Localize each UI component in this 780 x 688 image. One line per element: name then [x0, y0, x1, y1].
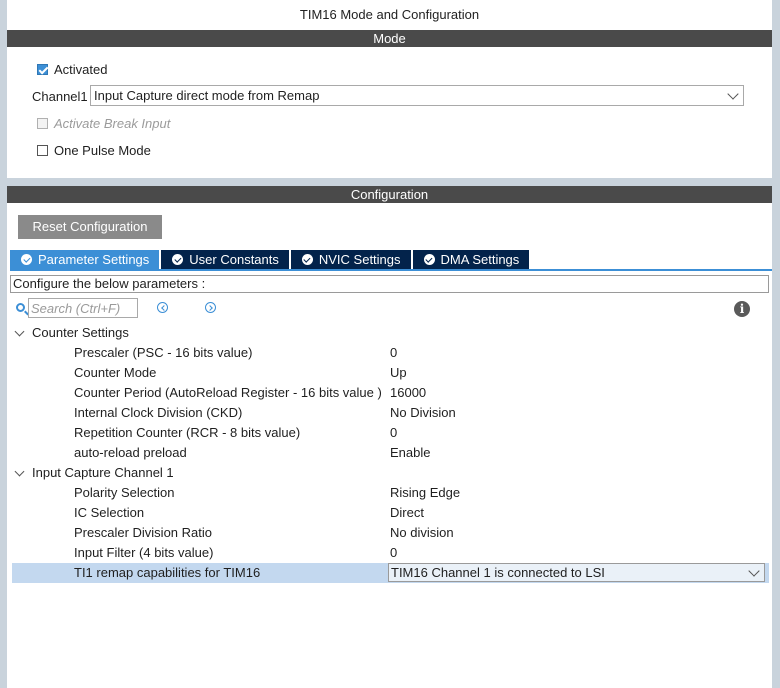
check-circle-icon: [172, 254, 184, 265]
params-caption: Configure the below parameters :: [10, 275, 769, 293]
table-row[interactable]: Internal Clock Division (CKD) No Divisio…: [12, 403, 769, 423]
param-name: TI1 remap capabilities for TIM16: [74, 565, 261, 580]
activated-label: Activated: [54, 62, 108, 77]
break-input-checkbox: [37, 118, 48, 129]
table-row[interactable]: Prescaler (PSC - 16 bits value) 0: [12, 343, 769, 363]
mode-panel: TIM16 Mode and Configuration Mode Activa…: [7, 0, 772, 178]
tab-label: User Constants: [189, 252, 279, 267]
channel1-select[interactable]: Input Capture direct mode from Remap: [90, 85, 744, 106]
param-name: IC Selection: [74, 505, 145, 520]
ti1-remap-select[interactable]: TIM16 Channel 1 is connected to LSI: [388, 563, 765, 582]
table-row[interactable]: Counter Period (AutoReload Register - 16…: [12, 383, 769, 403]
param-value: 0: [390, 345, 398, 360]
one-pulse-label: One Pulse Mode: [54, 143, 151, 158]
tab-underline: [10, 269, 772, 271]
check-circle-icon: [21, 254, 32, 265]
param-value: Rising Edge: [390, 485, 461, 500]
window-title: TIM16 Mode and Configuration: [299, 7, 480, 22]
mode-header: Mode: [7, 30, 772, 47]
param-value: 0: [390, 545, 398, 560]
param-name: Counter Period (AutoReload Register - 16…: [74, 385, 382, 400]
next-match-icon[interactable]: [205, 302, 216, 313]
check-circle-icon: [423, 254, 435, 265]
channel1-label: Channel1: [32, 89, 88, 104]
table-row[interactable]: Polarity Selection Rising Edge: [12, 483, 769, 503]
param-name: Internal Clock Division (CKD): [74, 405, 243, 420]
check-circle-icon: [301, 254, 313, 265]
group-input-capture-channel-1[interactable]: Input Capture Channel 1: [12, 463, 769, 483]
param-name: Polarity Selection: [74, 485, 175, 500]
tab-parameter-settings[interactable]: Parameter Settings: [10, 250, 160, 269]
channel1-value: Input Capture direct mode from Remap: [94, 88, 320, 103]
param-value: Enable: [390, 445, 431, 460]
param-value: Direct: [390, 505, 424, 520]
tab-nvic-settings[interactable]: NVIC Settings: [290, 250, 411, 269]
one-pulse-row[interactable]: One Pulse Mode: [37, 143, 151, 158]
table-row[interactable]: Repetition Counter (RCR - 8 bits value) …: [12, 423, 769, 443]
param-value: 0: [390, 425, 398, 440]
previous-match-icon[interactable]: [157, 302, 168, 313]
activated-row[interactable]: Activated: [37, 62, 107, 77]
ti1-remap-value: TIM16 Channel 1 is connected to LSI: [391, 565, 605, 580]
chevron-down-icon[interactable]: [14, 466, 25, 477]
activated-checkbox[interactable]: [37, 64, 48, 75]
group-title: Input Capture Channel 1: [32, 465, 174, 480]
chevron-down-icon[interactable]: [14, 326, 25, 337]
param-value: No division: [390, 525, 454, 540]
param-name: Repetition Counter (RCR - 8 bits value): [74, 425, 301, 440]
info-icon[interactable]: i: [734, 301, 750, 317]
tab-label: DMA Settings: [440, 252, 520, 267]
tab-bar: Parameter Settings User Constants NVIC S…: [10, 250, 531, 269]
parameter-tree: Counter Settings Prescaler (PSC - 16 bit…: [12, 323, 769, 583]
param-name: Prescaler (PSC - 16 bits value): [74, 345, 253, 360]
param-value: No Division: [390, 405, 456, 420]
table-row-selected[interactable]: TI1 remap capabilities for TIM16 TIM16 C…: [12, 563, 769, 583]
search-input[interactable]: [28, 298, 138, 318]
param-name: Counter Mode: [74, 365, 157, 380]
break-input-label: Activate Break Input: [54, 116, 171, 131]
param-value: Up: [390, 365, 407, 380]
chevron-down-icon: [727, 88, 739, 100]
reset-configuration-button[interactable]: Reset Configuration: [18, 215, 162, 239]
table-row[interactable]: IC Selection Direct: [12, 503, 769, 523]
param-name: auto-reload preload: [74, 445, 187, 460]
table-row[interactable]: Input Filter (4 bits value) 0: [12, 543, 769, 563]
channel1-row: Channel1: [32, 86, 88, 107]
one-pulse-checkbox[interactable]: [37, 145, 48, 156]
search-icon: [16, 303, 25, 312]
tab-dma-settings[interactable]: DMA Settings: [412, 250, 530, 269]
param-name: Input Filter (4 bits value): [74, 545, 214, 560]
configuration-header: Configuration: [7, 186, 772, 203]
table-row[interactable]: Counter Mode Up: [12, 363, 769, 383]
param-name: Prescaler Division Ratio: [74, 525, 212, 540]
param-value: 16000: [390, 385, 427, 400]
tab-label: Parameter Settings: [38, 252, 150, 267]
tab-user-constants[interactable]: User Constants: [161, 250, 289, 269]
tab-label: NVIC Settings: [318, 252, 401, 267]
group-title: Counter Settings: [32, 325, 129, 340]
table-row[interactable]: Prescaler Division Ratio No division: [12, 523, 769, 543]
group-counter-settings[interactable]: Counter Settings: [12, 323, 769, 343]
table-row[interactable]: auto-reload preload Enable: [12, 443, 769, 463]
break-input-row: Activate Break Input: [37, 116, 170, 131]
configuration-panel: Configuration Reset Configuration Parame…: [7, 186, 772, 688]
chevron-down-icon: [748, 565, 760, 577]
